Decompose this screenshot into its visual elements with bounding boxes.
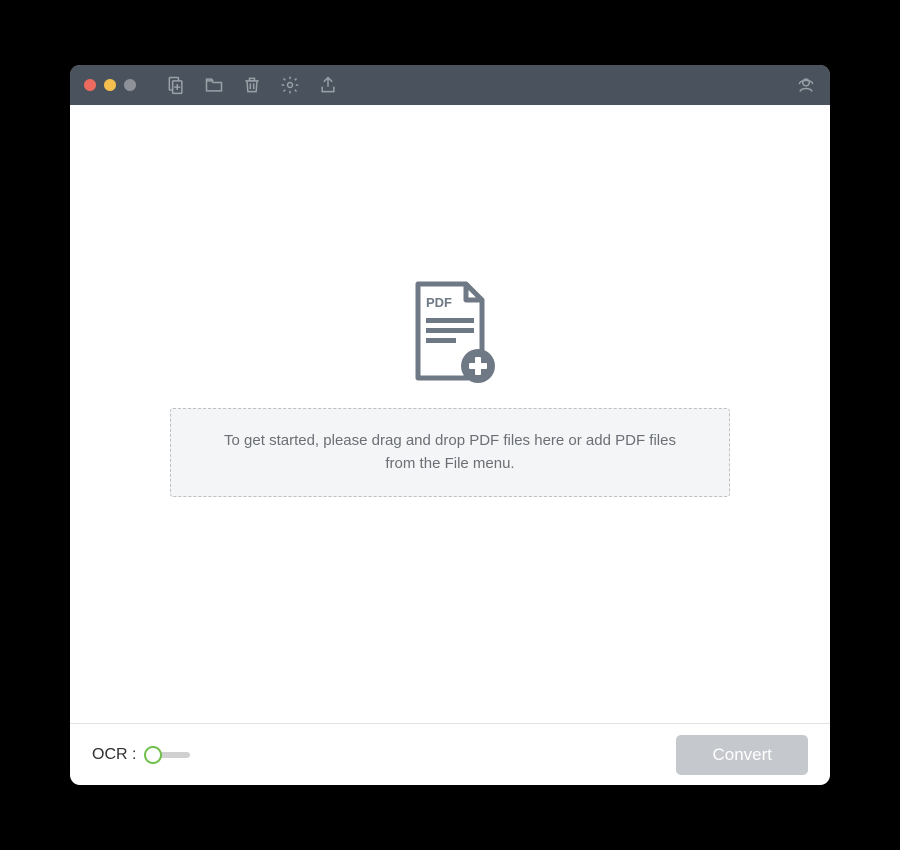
dropzone-message: To get started, please drag and drop PDF…: [211, 429, 689, 476]
settings-icon[interactable]: [280, 75, 300, 95]
main-content: PDF To get started, please drag and drop…: [70, 105, 830, 723]
window-controls: [84, 79, 136, 91]
titlebar: [70, 65, 830, 105]
close-window-button[interactable]: [84, 79, 96, 91]
ocr-label: OCR :: [92, 746, 136, 764]
toolbar: [166, 75, 338, 95]
ocr-toggle[interactable]: [144, 745, 190, 765]
minimize-window-button[interactable]: [104, 79, 116, 91]
folder-icon[interactable]: [204, 75, 224, 95]
pdf-add-icon[interactable]: PDF: [400, 280, 500, 390]
ocr-group: OCR :: [92, 745, 190, 765]
trash-icon[interactable]: [242, 75, 262, 95]
dropzone[interactable]: To get started, please drag and drop PDF…: [170, 408, 730, 497]
add-file-icon[interactable]: [166, 75, 186, 95]
support-icon[interactable]: [796, 75, 816, 95]
pdf-badge-label: PDF: [426, 295, 452, 310]
convert-button[interactable]: Convert: [676, 735, 808, 775]
app-window: PDF To get started, please drag and drop…: [70, 65, 830, 785]
export-icon[interactable]: [318, 75, 338, 95]
zoom-window-button[interactable]: [124, 79, 136, 91]
footer: OCR : Convert: [70, 723, 830, 785]
